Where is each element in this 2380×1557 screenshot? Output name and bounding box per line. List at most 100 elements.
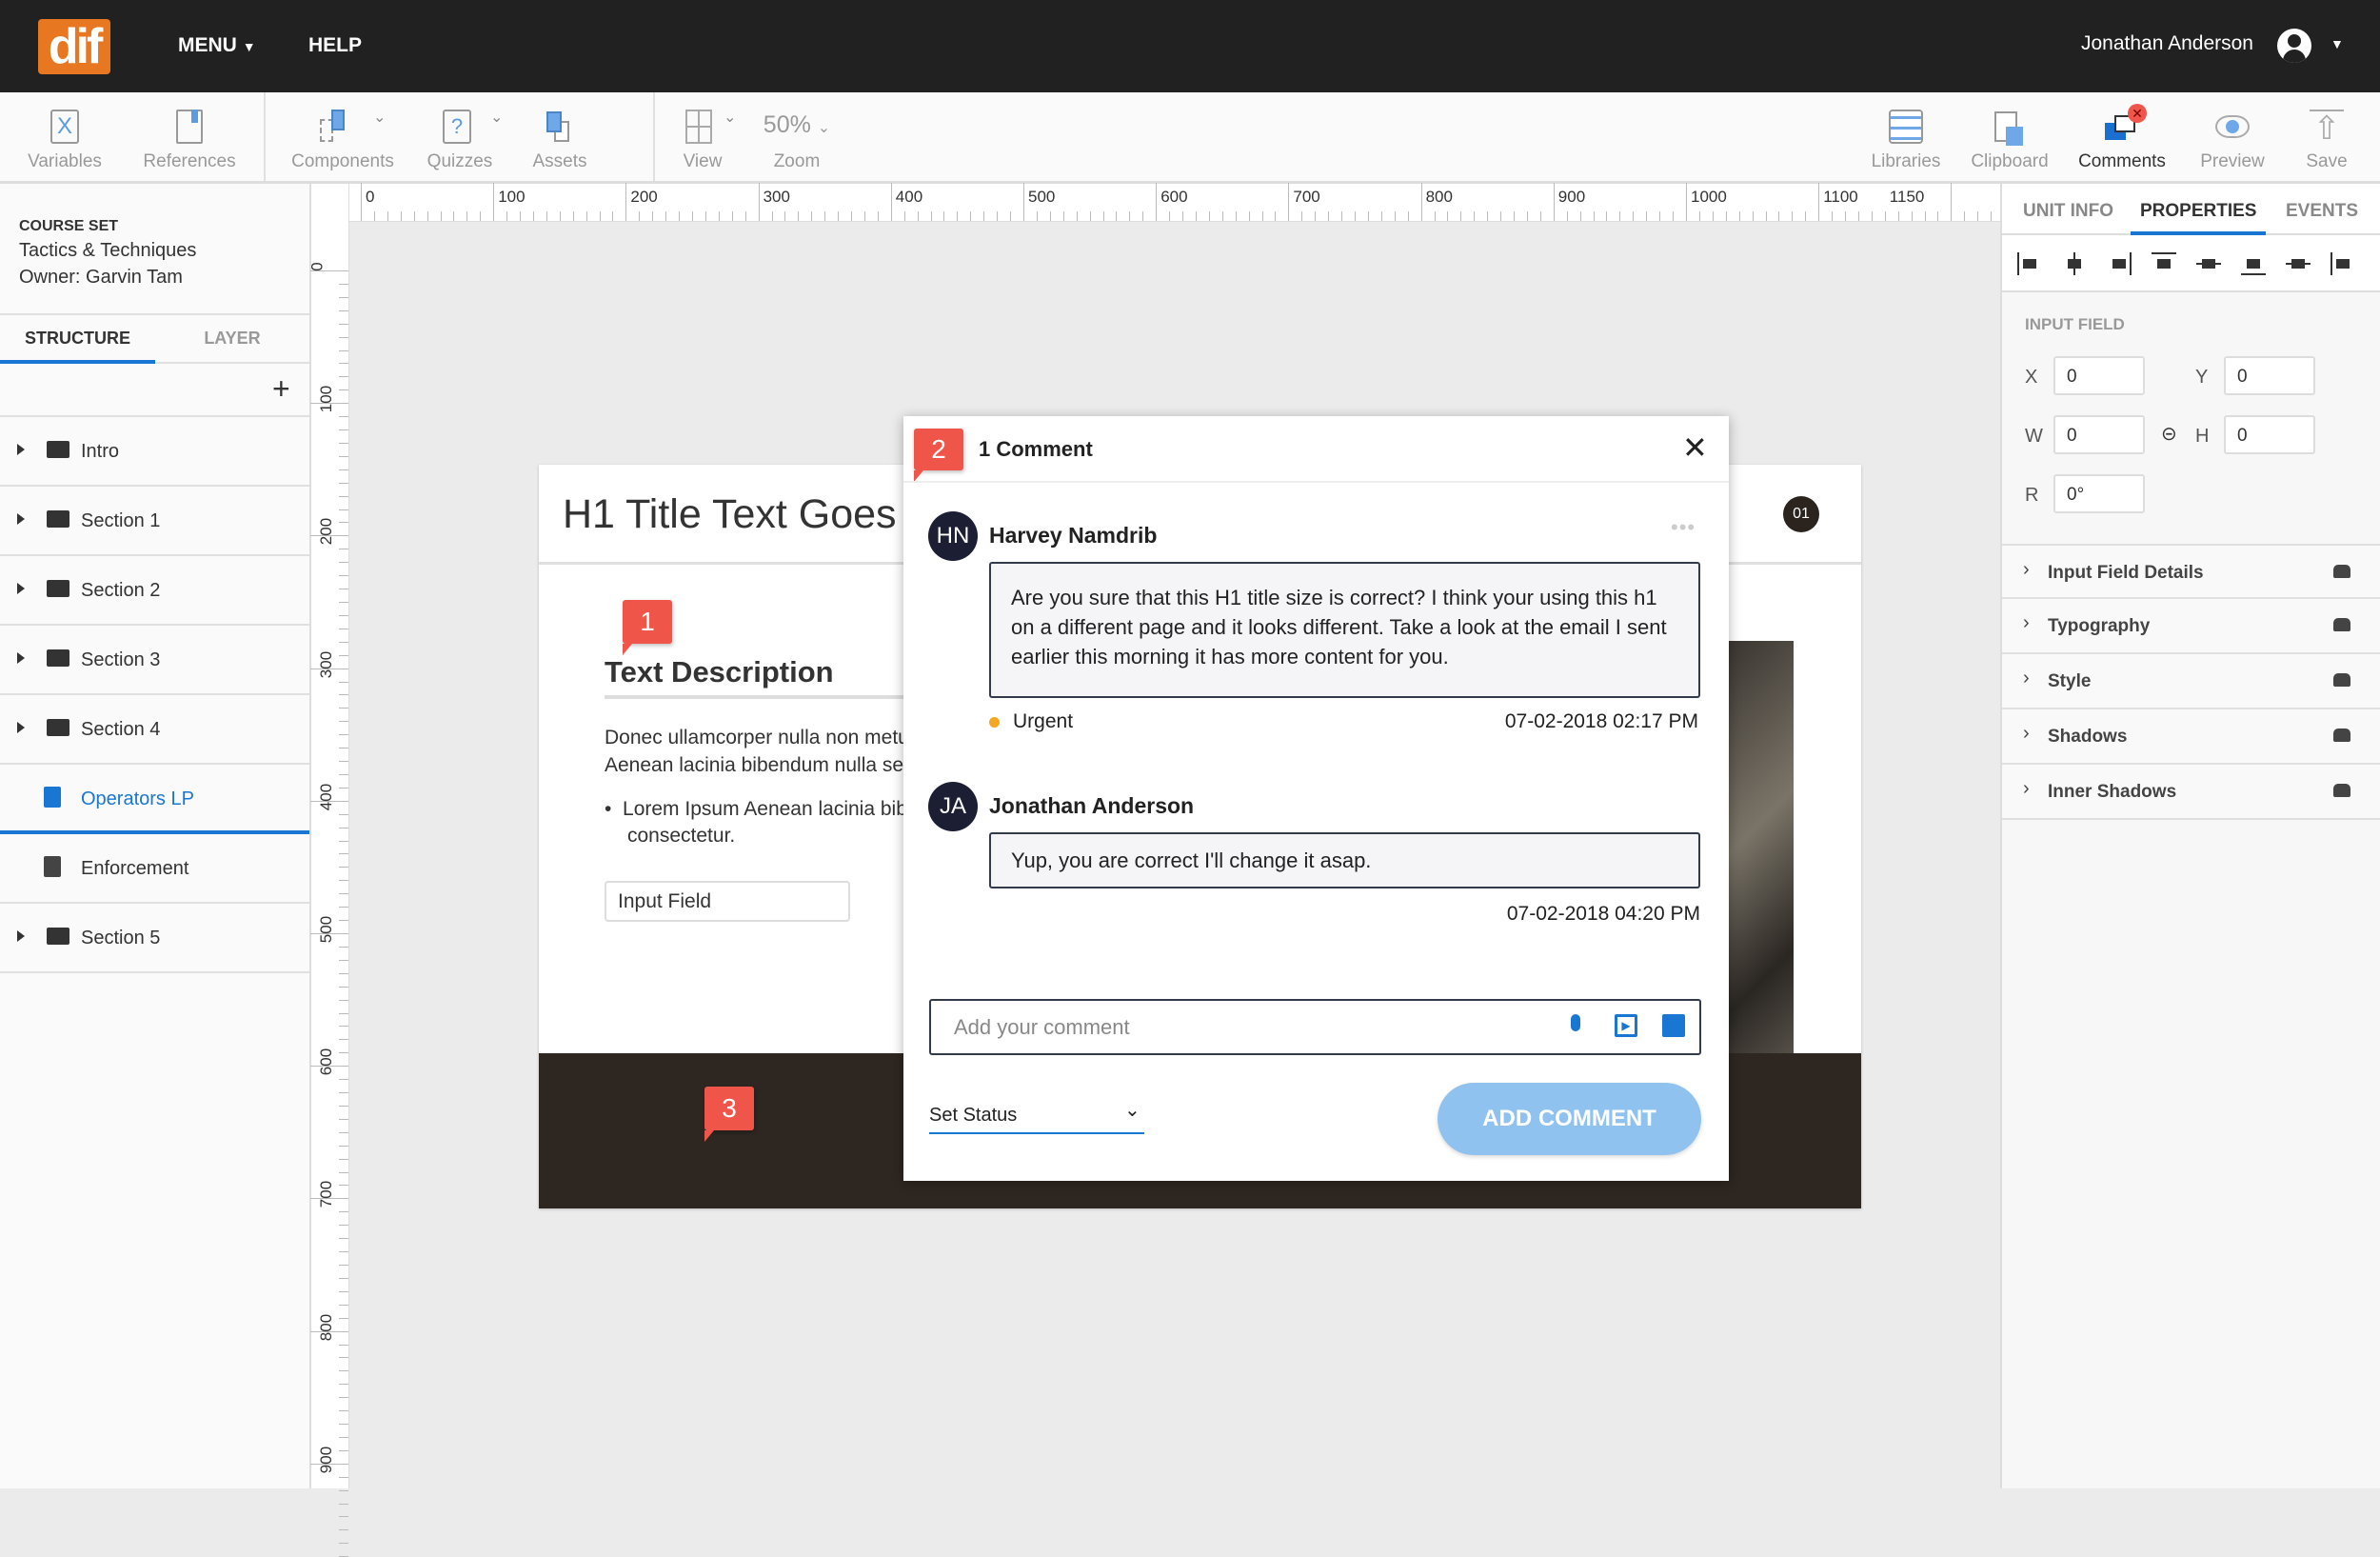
ruler-label: 300 [763,188,790,206]
expand-arrow-icon[interactable] [17,444,25,455]
video-icon[interactable]: ▶ [1615,1014,1637,1037]
comment-pin-1[interactable]: 1 [623,600,672,655]
folder-icon [47,580,69,597]
align-icon-6[interactable] [2241,252,2266,275]
tree-item[interactable]: Section 4 [0,695,309,765]
microphone-icon[interactable] [1571,1014,1580,1031]
references-button[interactable]: References [132,92,247,181]
accordion-label: Typography [2048,616,2151,636]
expand-arrow-icon[interactable] [17,652,25,664]
w-input[interactable]: 0 [2053,415,2145,454]
tab-events[interactable]: EVENTS [2286,201,2358,222]
save-button[interactable]: ⇧ Save [2270,92,2380,181]
align-icon-7[interactable] [2286,252,2311,275]
more-options-icon[interactable]: ••• [1671,515,1696,540]
h-input[interactable]: 0 [2224,415,2315,454]
accordion-typography[interactable]: › Typography [2002,599,2380,654]
tree-item[interactable]: Section 5 [0,904,309,973]
tree-item[interactable]: Section 2 [0,556,309,626]
link-icon[interactable]: ⊝ [2161,422,2177,446]
tab-properties[interactable]: PROPERTIES [2131,201,2267,235]
ruler-label: 600 [1160,188,1188,206]
components-button[interactable]: ⌄ Components [286,92,400,181]
close-icon[interactable]: ✕ [1682,429,1708,466]
align-icon-5[interactable] [2196,252,2221,275]
expand-arrow-icon[interactable] [17,513,25,525]
x-input[interactable]: 0 [2053,356,2145,395]
align-icon-4[interactable] [2152,252,2176,275]
lock-icon[interactable] [2333,618,2350,631]
urgent-dot-icon [989,717,1000,728]
help-button[interactable]: HELP [308,34,362,57]
tree-item-label: Operators LP [81,788,194,809]
align-icon-8[interactable] [2330,252,2355,275]
grid-icon [685,110,712,144]
tree-item-label: Section 2 [81,580,161,601]
zoom-button[interactable]: 50% ⌄ Zoom [740,92,854,181]
y-input[interactable]: 0 [2224,356,2315,395]
ruler-label: 100 [498,188,526,206]
variables-button[interactable]: X Variables [8,92,122,181]
course-set-label: COURSE SET [19,218,119,234]
page-number-badge: 01 [1783,496,1819,532]
ruler-label: 800 [1425,188,1453,206]
lock-icon[interactable] [2333,565,2350,578]
comments-icon: ✕ [2105,104,2147,144]
tree-item[interactable]: Enforcement [0,834,309,904]
tree-item-label: Section 3 [81,649,161,670]
add-comment-button[interactable]: ADD COMMENT [1438,1083,1701,1155]
align-icon-1[interactable] [2017,252,2042,275]
tab-unit-info[interactable]: UNIT INFO [2023,201,2113,222]
label: Zoom [773,151,821,171]
chevron-right-icon: › [2023,668,2030,689]
tree-item[interactable]: Intro [0,417,309,487]
align-icon-2[interactable] [2062,252,2087,275]
lock-icon[interactable] [2333,673,2350,687]
label: Save [2306,151,2348,171]
lock-icon[interactable] [2333,784,2350,797]
expand-arrow-icon[interactable] [17,722,25,733]
r-input[interactable]: 0° [2053,474,2145,513]
input-field-element[interactable]: Input Field [605,881,850,922]
accordion-style[interactable]: › Style [2002,654,2380,709]
tab-layer[interactable]: LAYER [155,315,309,349]
expand-arrow-icon[interactable] [17,583,25,594]
text-description-heading[interactable]: Text Description [605,655,834,689]
accordion-shadows[interactable]: › Shadows [2002,709,2380,765]
divider [264,92,266,181]
logo[interactable]: dif [38,19,110,74]
page-icon [44,856,61,877]
user-avatar-icon[interactable] [2277,29,2311,63]
description-paragraph[interactable]: Donec ullamcorper nulla non metus Aenean … [605,724,919,779]
tree-item[interactable]: Section 1 [0,487,309,556]
avatar: HN [928,511,978,561]
comment-input[interactable]: Add your comment ▶ [929,999,1701,1055]
horizontal-ruler[interactable]: 0 100 200 300 400 500 600 700 800 900 1000 1100 1150 [349,183,2006,222]
folder-icon [47,510,69,528]
tree-item[interactable]: Operators LP [0,765,309,834]
course-name: Tactics & Techniques [19,240,197,261]
accordion-inner-shadows[interactable]: › Inner Shadows [2002,765,2380,820]
image-icon[interactable] [1662,1014,1685,1037]
properties-tabs: UNIT INFO PROPERTIES EVENTS [2002,184,2380,235]
vertical-ruler[interactable]: 0 100 200 300 400 500 600 700 800 900 [308,184,349,1557]
expand-arrow-icon[interactable] [17,930,25,942]
chevron-right-icon: › [2023,723,2030,744]
comment-pin-3[interactable]: 3 [704,1087,754,1142]
user-menu-caret-icon[interactable]: ▼ [2330,36,2344,51]
menu-button[interactable]: MENU ▼ [178,34,256,57]
align-icon-3[interactable] [2107,252,2132,275]
tree-item-label: Section 5 [81,928,161,948]
tree-item-label: Intro [81,441,120,462]
accordion-label: Shadows [2048,727,2128,747]
h-label: H [2195,426,2210,447]
tree-item[interactable]: Section 3 [0,626,309,695]
accordion-label: Input Field Details [2048,563,2204,583]
user-name[interactable]: Jonathan Anderson [2081,32,2253,55]
assets-button[interactable]: Assets [503,92,617,181]
set-status-select[interactable]: Set Status ⌄ [929,1100,1144,1134]
lock-icon[interactable] [2333,729,2350,742]
tab-structure[interactable]: STRUCTURE [0,315,155,364]
accordion-input-field-details[interactable]: › Input Field Details [2002,544,2380,599]
add-icon[interactable]: + [272,371,290,407]
